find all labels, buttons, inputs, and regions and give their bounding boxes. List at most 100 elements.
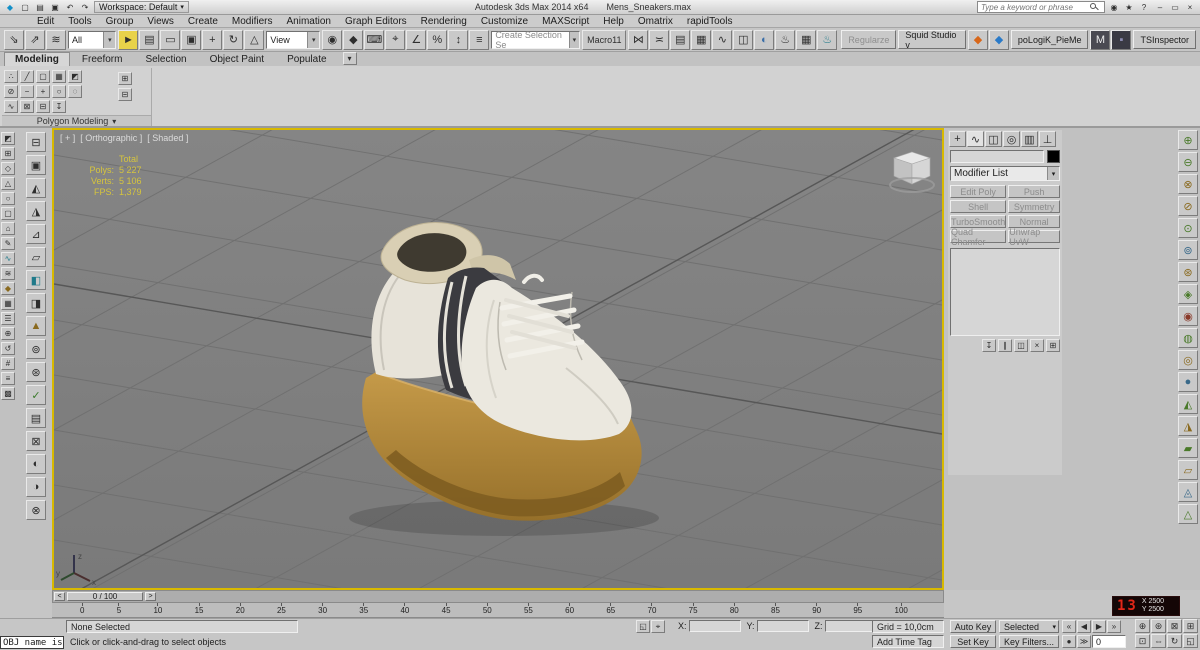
hierarchy-tab-icon[interactable]: ◫ <box>985 131 1002 147</box>
burst-tool-icon[interactable]: ⊛ <box>26 362 46 382</box>
display-tab-icon[interactable]: ▥ <box>1021 131 1038 147</box>
circle-dot-tool-icon[interactable]: ⊙ <box>1178 218 1198 238</box>
next-frame-arrow[interactable]: > <box>145 592 156 601</box>
redo-icon[interactable]: ↷ <box>78 1 92 13</box>
gem-outline-tool-icon[interactable]: ◈ <box>1178 284 1198 304</box>
y-coordinate-field[interactable] <box>756 620 809 632</box>
snaps-toggle-icon[interactable]: ⌖ <box>385 29 406 50</box>
ribbon-minimize-icon[interactable]: ▾ <box>342 52 357 65</box>
bullseye-tool-icon[interactable]: ◉ <box>1178 306 1198 326</box>
zoom-region-icon[interactable]: ⊡ <box>1135 634 1150 648</box>
schematic-view-icon[interactable]: ◫ <box>733 29 754 50</box>
rendered-frame-icon[interactable]: ▦ <box>796 29 817 50</box>
pin-stack-icon[interactable]: ↧ <box>52 100 66 113</box>
modifier-button[interactable]: Symmetry <box>1008 200 1060 213</box>
modifier-button[interactable]: Quad Chamfer <box>950 227 1007 247</box>
menu-item[interactable]: Customize <box>474 15 535 28</box>
key-filters-button[interactable]: Key Filters... <box>999 635 1059 648</box>
key-mode-icon[interactable]: ● <box>1062 635 1076 648</box>
select-object-icon[interactable]: ► <box>118 29 139 50</box>
menu-item[interactable]: Animation <box>279 15 337 28</box>
half-left-tool-icon[interactable]: ◧ <box>26 270 46 290</box>
add-object-tool-icon[interactable]: ⊕ <box>1 327 15 340</box>
previous-frame-icon[interactable]: ◀ <box>1077 620 1091 633</box>
track-bar[interactable]: 0 5 10 15 20 25 30 35 40 45 50 55 60 65 70 75 80 85 90 95 10… <box>52 603 944 618</box>
curve-editor-icon[interactable]: ∿ <box>712 29 733 50</box>
solid-grid-tool-icon[interactable]: ▣ <box>26 155 46 175</box>
utilities-tab-icon[interactable]: ⊥ <box>1039 131 1056 147</box>
object-color-swatch[interactable] <box>1047 150 1060 163</box>
layer-explorer-icon[interactable]: ▤ <box>670 29 691 50</box>
select-and-link-icon[interactable]: ⇘ <box>4 29 24 50</box>
stack-tool-icon[interactable]: ≡ <box>1 372 15 385</box>
modifier-button[interactable]: Edit Poly <box>950 185 1007 198</box>
open-file-icon[interactable]: ▤ <box>33 1 47 13</box>
viewport-canvas[interactable]: z x y <box>54 130 942 588</box>
go-to-start-icon[interactable]: « <box>1062 620 1076 633</box>
save-file-icon[interactable]: ▣ <box>48 1 62 13</box>
bar-outline-tool-icon[interactable]: ▱ <box>1178 460 1198 480</box>
collapse-stack-icon[interactable]: ⊟ <box>36 100 50 113</box>
zoom-extents-icon[interactable]: ⊠ <box>1167 619 1182 633</box>
border-mode-icon[interactable]: ▢ <box>36 70 50 83</box>
menu-item[interactable]: Views <box>140 15 181 28</box>
rows-tool-icon[interactable]: ▤ <box>26 408 46 428</box>
pyramid-right-tool-icon[interactable]: ◮ <box>26 201 46 221</box>
window-crossing-icon[interactable]: ▣ <box>181 29 202 50</box>
viewport-label-part[interactable]: [ Orthographic ] <box>80 133 142 143</box>
spline-tool-icon[interactable]: ∿ <box>1 252 15 265</box>
grow-selection-icon[interactable]: + <box>36 85 50 98</box>
tri-left-tool-icon[interactable]: ◭ <box>1178 394 1198 414</box>
macro-button[interactable]: Macro11 <box>582 29 627 50</box>
circle-slash-tool-icon[interactable]: ⊘ <box>1178 196 1198 216</box>
select-by-name-icon[interactable]: ▤ <box>139 29 160 50</box>
modifier-button[interactable]: Unwrap UvW <box>1008 227 1060 247</box>
named-selection-sets-icon[interactable]: ≡ <box>469 29 490 50</box>
gem-tool-icon[interactable]: ◆ <box>1 282 15 295</box>
hash-tool-icon[interactable]: # <box>1 357 15 370</box>
pattern-tool-icon[interactable]: ▩ <box>1 387 15 400</box>
pan-icon[interactable]: ⇔ <box>1151 634 1166 648</box>
dark-plugin-icon[interactable]: ▪ <box>1111 29 1132 50</box>
show-end-result-icon[interactable]: ∥ <box>998 339 1012 352</box>
regularize-button[interactable]: Regularze <box>841 30 897 49</box>
wedge-tool-icon[interactable]: ⊿ <box>26 224 46 244</box>
go-to-end-icon[interactable]: ≫ <box>1077 635 1091 648</box>
circle-tool-icon[interactable]: ○ <box>1 192 15 205</box>
mirror-icon[interactable]: ⋈ <box>628 29 649 50</box>
select-and-rotate-icon[interactable]: ↻ <box>223 29 244 50</box>
circle-minus-tool-icon[interactable]: ⊖ <box>1178 152 1198 172</box>
reference-coordinate-dropdown[interactable]: View ▾ <box>266 30 321 49</box>
solid-dot-tool-icon[interactable]: ● <box>1178 372 1198 392</box>
loop-selection-icon[interactable]: ○ <box>52 85 66 98</box>
check-tool-icon[interactable]: ✓ <box>26 385 46 405</box>
key-set-dropdown[interactable]: Selected ▾ <box>999 620 1059 633</box>
configure-modifier-sets-icon[interactable]: ⊞ <box>1046 339 1060 352</box>
ribbon-tab[interactable]: Selection <box>134 52 197 66</box>
ring-selection-icon[interactable]: ◌ <box>68 85 82 98</box>
circle-plus-tool-icon[interactable]: ⊕ <box>1178 130 1198 150</box>
tri-right-tool-icon[interactable]: ◮ <box>1178 416 1198 436</box>
angle-snap-icon[interactable]: ∠ <box>406 29 427 50</box>
blue-plugin-icon[interactable]: ◆ <box>988 29 1009 50</box>
selection-filter-dropdown[interactable]: All ▾ <box>68 30 117 49</box>
object-name-field[interactable] <box>950 150 1044 163</box>
modifier-button[interactable]: Shell <box>950 200 1007 213</box>
orbit-icon[interactable]: ↻ <box>1167 634 1182 648</box>
preview-selection-icon[interactable]: ⊘ <box>4 85 18 98</box>
menu-item[interactable]: Omatrix <box>631 15 680 28</box>
menu-item[interactable]: Modifiers <box>225 15 280 28</box>
select-and-manipulate-icon[interactable]: ◆ <box>343 29 364 50</box>
mesh-tool-icon[interactable]: ▦ <box>1 297 15 310</box>
workspace-dropdown[interactable]: Workspace: Default ▾ <box>94 1 189 13</box>
soft-selection-icon[interactable]: ∿ <box>4 100 18 113</box>
pin-stack-icon[interactable]: ↧ <box>982 339 996 352</box>
zoom-all-icon[interactable]: ⊛ <box>1151 619 1166 633</box>
diamond-tool-icon[interactable]: ◇ <box>1 162 15 175</box>
offset-mode-icon[interactable]: ⌖ <box>651 620 665 633</box>
sphere-left-tool-icon[interactable]: ◐ <box>26 454 46 474</box>
maximize-viewport-icon[interactable]: ◱ <box>1183 634 1198 648</box>
modifier-list-dropdown[interactable]: Modifier List ▾ <box>950 166 1060 181</box>
star-burst-tool-icon[interactable]: ⊛ <box>1178 262 1198 282</box>
viewport-label-part[interactable]: [ Shaded ] <box>147 133 188 143</box>
